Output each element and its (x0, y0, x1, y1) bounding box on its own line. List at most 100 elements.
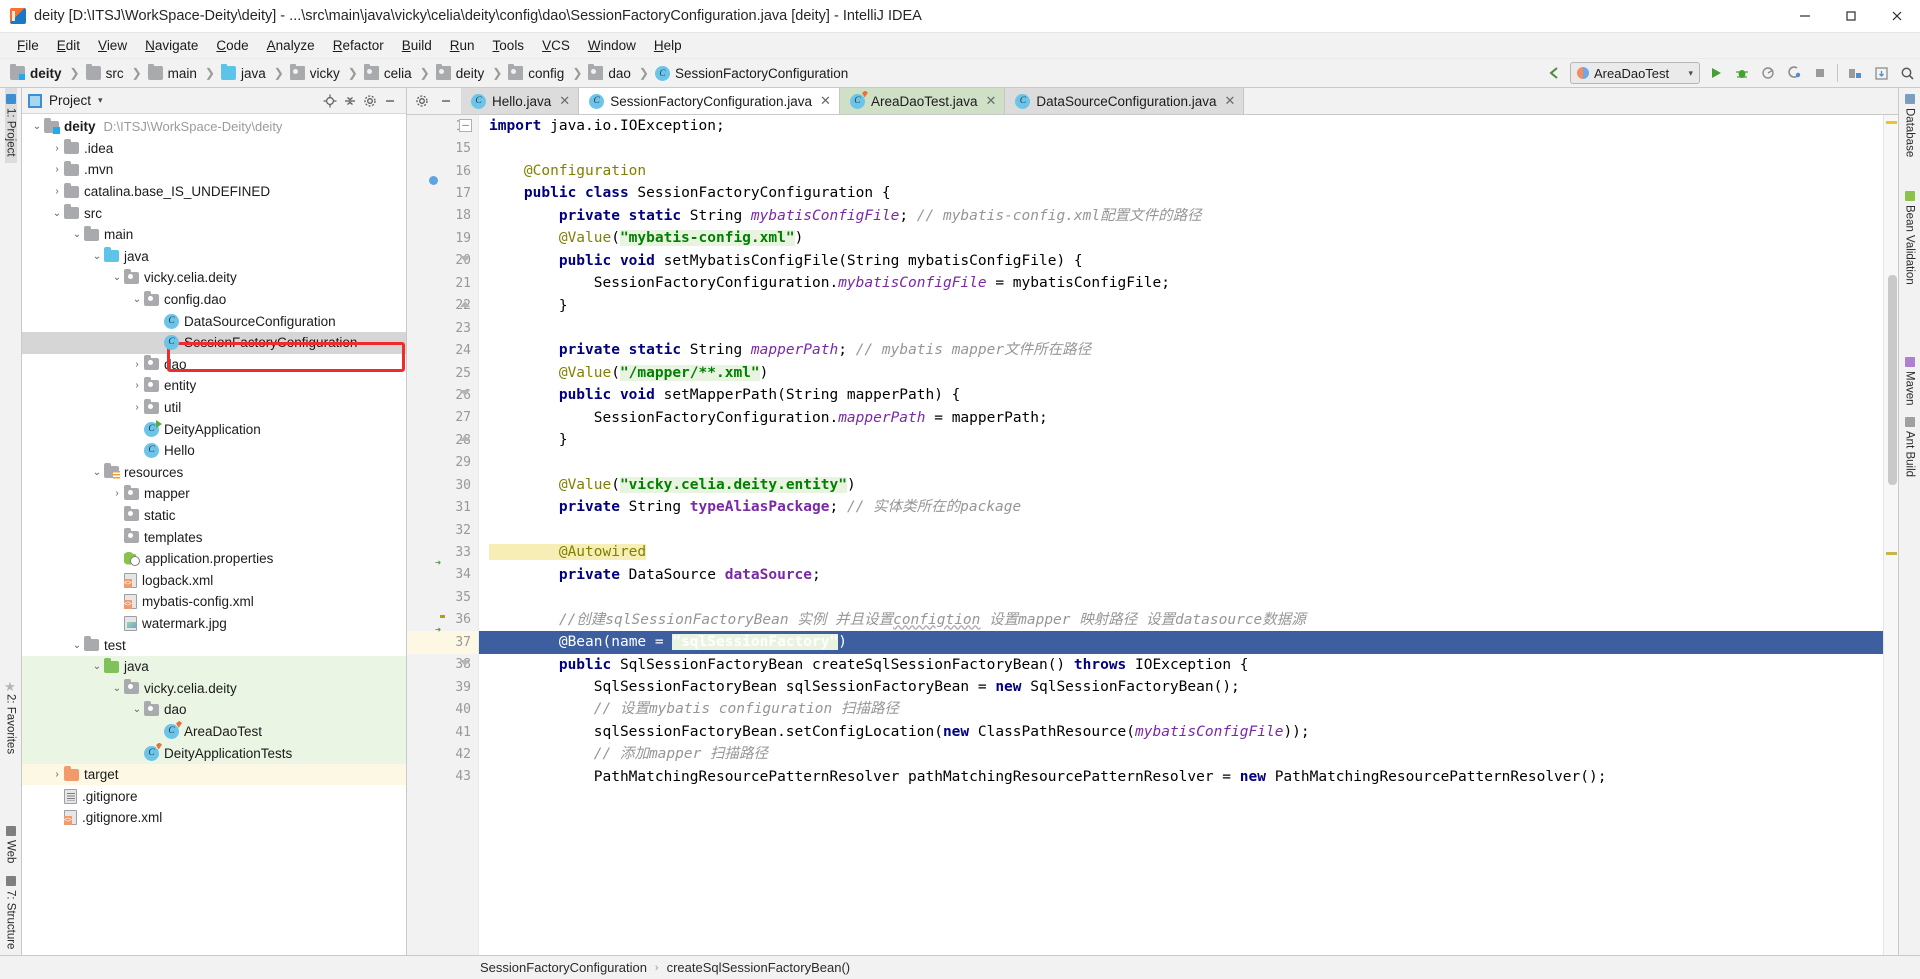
code-text[interactable]: import java.io.IOException; @Configurati… (479, 115, 1883, 955)
code-line-31[interactable]: private String typeAliasPackage; // 实体类所… (479, 496, 1883, 518)
fold-region-end-icon[interactable] (459, 433, 472, 446)
code-line-14[interactable]: import java.io.IOException; (479, 115, 1883, 137)
back-arrow-icon[interactable] (1541, 60, 1567, 86)
chevron-right-icon[interactable]: › (50, 143, 64, 154)
code-line-19[interactable]: @Value("mybatis-config.xml") (479, 227, 1883, 249)
run-configuration-selector[interactable]: AreaDaoTest ▾ (1570, 62, 1700, 84)
code-line-35[interactable] (479, 586, 1883, 608)
project-tree[interactable]: ⌄ deity D:\ITSJ\WorkSpace-Deity\deity › .ide… (22, 114, 406, 955)
chevron-down-icon[interactable]: ⌄ (70, 229, 84, 240)
spring-bean-gutter-icon[interactable] (435, 184, 453, 202)
project-structure-icon[interactable] (1842, 60, 1868, 86)
breadcrumb-item-dao[interactable]: dao (588, 64, 633, 81)
chevron-down-icon[interactable]: ⌄ (110, 683, 124, 694)
hide-panel-icon[interactable] (435, 90, 457, 112)
locate-icon[interactable] (320, 91, 340, 111)
code-line-43[interactable]: PathMatchingResourcePatternResolver path… (479, 766, 1883, 788)
chevron-right-icon[interactable]: › (50, 186, 64, 197)
tree-node-resources[interactable]: ⌄ resources (22, 462, 406, 484)
run-with-coverage-icon[interactable] (1755, 60, 1781, 86)
tree-node-util[interactable]: › util (22, 397, 406, 419)
tree-node-sessionfactoryconfiguration[interactable]: ·C SessionFactoryConfiguration (22, 331, 406, 354)
close-tab-icon[interactable]: ✕ (1225, 93, 1236, 109)
tree-node-vicky-celia-deity[interactable]: ⌄ vicky.celia.deity (22, 267, 406, 289)
rail-button-database[interactable]: Database (1904, 88, 1916, 163)
tree-node-areadaotest[interactable]: ·C AreaDaoTest (22, 720, 406, 743)
tree-node-catalina-base-is-undefined[interactable]: › catalina.base_IS_UNDEFINED (22, 181, 406, 203)
fold-region-end-icon[interactable] (459, 299, 472, 312)
tree-node-deity[interactable]: ⌄ deity D:\ITSJ\WorkSpace-Deity\deity (22, 116, 406, 138)
code-line-28[interactable]: } (479, 429, 1883, 451)
chevron-down-icon[interactable]: ⌄ (90, 251, 104, 262)
menu-analyze[interactable]: Analyze (258, 36, 324, 55)
rail-button-project[interactable]: 1: Project (4, 88, 17, 163)
tree-node-config-dao[interactable]: ⌄ config.dao (22, 289, 406, 311)
menu-tools[interactable]: Tools (484, 36, 534, 55)
breadcrumb-item-java[interactable]: java (220, 64, 268, 81)
chevron-right-icon[interactable]: › (130, 359, 144, 370)
menu-file[interactable]: File (8, 36, 48, 55)
tree-node-logback-xml[interactable]: · logback.xml (22, 569, 406, 591)
fold-region-start-icon[interactable] (459, 388, 472, 401)
tree-node-vicky-celia-deity[interactable]: ⌄ vicky.celia.deity (22, 677, 406, 700)
chevron-right-icon[interactable]: › (130, 402, 144, 413)
tree-node-java[interactable]: ⌄ java (22, 655, 406, 678)
search-everywhere-icon[interactable] (1894, 60, 1920, 86)
code-line-29[interactable] (479, 452, 1883, 474)
code-line-41[interactable]: sqlSessionFactoryBean.setConfigLocation(… (479, 721, 1883, 743)
tree-node-static[interactable]: · static (22, 505, 406, 527)
maximize-button[interactable] (1828, 0, 1874, 33)
code-line-20[interactable]: public void setMybatisConfigFile(String … (479, 250, 1883, 272)
tree-node--mvn[interactable]: › .mvn (22, 159, 406, 181)
tree-node-target[interactable]: › target (22, 763, 406, 786)
close-tab-icon[interactable]: ✕ (986, 93, 997, 109)
error-stripe-gutter[interactable] (1883, 115, 1898, 955)
menu-window[interactable]: Window (579, 36, 645, 55)
tree-node-hello[interactable]: ·C Hello (22, 440, 406, 462)
chevron-down-icon[interactable]: ⌄ (130, 704, 144, 715)
close-tab-icon[interactable]: ✕ (559, 93, 570, 109)
tree-node-java[interactable]: ⌄ java (22, 246, 406, 268)
tree-node--gitignore-xml[interactable]: · .gitignore.xml (22, 807, 406, 829)
settings-icon[interactable] (360, 91, 380, 111)
fold-collapse-icon[interactable]: – (459, 119, 472, 132)
breadcrumb-item-config[interactable]: config (508, 64, 566, 81)
editor-tab-sessionfactoryconfiguration-java[interactable]: C SessionFactoryConfiguration.java ✕ (579, 88, 840, 114)
editor-tab-datasourceconfiguration-java[interactable]: C DataSourceConfiguration.java ✕ (1005, 88, 1245, 114)
code-line-37[interactable]: @Bean(name = "sqlSessionFactory") (479, 631, 1883, 654)
rail-button-maven[interactable]: Maven (1904, 351, 1916, 412)
tree-node-deityapplicationtests[interactable]: ·C DeityApplicationTests (22, 742, 406, 764)
code-line-25[interactable]: @Value("/mapper/**.xml") (479, 362, 1883, 384)
chevron-right-icon[interactable]: › (130, 380, 144, 391)
rail-button-ant-build[interactable]: Ant Build (1904, 411, 1916, 483)
minimize-button[interactable] (1782, 0, 1828, 33)
rail-button-web[interactable]: Web (5, 820, 17, 869)
tree-node-test[interactable]: ⌄ test (22, 634, 406, 656)
menu-run[interactable]: Run (441, 36, 484, 55)
chevron-down-icon[interactable]: ⌄ (90, 661, 104, 672)
spring-bean-navigate-gutter-icon[interactable] (435, 566, 453, 584)
close-button[interactable] (1874, 0, 1920, 33)
code-line-27[interactable]: SessionFactoryConfiguration.mapperPath =… (479, 407, 1883, 429)
code-line-32[interactable] (479, 519, 1883, 541)
update-icon[interactable] (1868, 60, 1894, 86)
chevron-down-icon[interactable]: ⌄ (70, 640, 84, 651)
code-editor[interactable]: 14– 15 16 17 18 19 20 21 22 23 24 25 26 27 28 29 30 31 32 3… (407, 115, 1898, 955)
chevron-right-icon[interactable]: › (50, 769, 64, 780)
menu-view[interactable]: View (89, 36, 136, 55)
debug-icon[interactable] (1729, 60, 1755, 86)
menu-edit[interactable]: Edit (48, 36, 89, 55)
status-breadcrumb-class[interactable]: SessionFactoryConfiguration (480, 960, 647, 975)
rail-button-structure[interactable]: 7: Structure (5, 870, 17, 955)
rail-button-bean-validation[interactable]: Bean Validation (1904, 185, 1916, 291)
code-line-24[interactable]: private static String mapperPath; // myb… (479, 339, 1883, 361)
tree-node-datasourceconfiguration[interactable]: ·C DataSourceConfiguration (22, 310, 406, 332)
tree-node-templates[interactable]: · templates (22, 526, 406, 548)
chevron-down-icon[interactable]: ⌄ (30, 121, 44, 132)
menu-refactor[interactable]: Refactor (324, 36, 393, 55)
tree-node-dao[interactable]: ⌄ dao (22, 699, 406, 721)
close-tab-icon[interactable]: ✕ (820, 93, 831, 109)
tree-node-deityapplication[interactable]: ·CDeityApplication (22, 418, 406, 440)
hide-icon[interactable] (380, 91, 400, 111)
tree-node-mapper[interactable]: › mapper (22, 483, 406, 505)
